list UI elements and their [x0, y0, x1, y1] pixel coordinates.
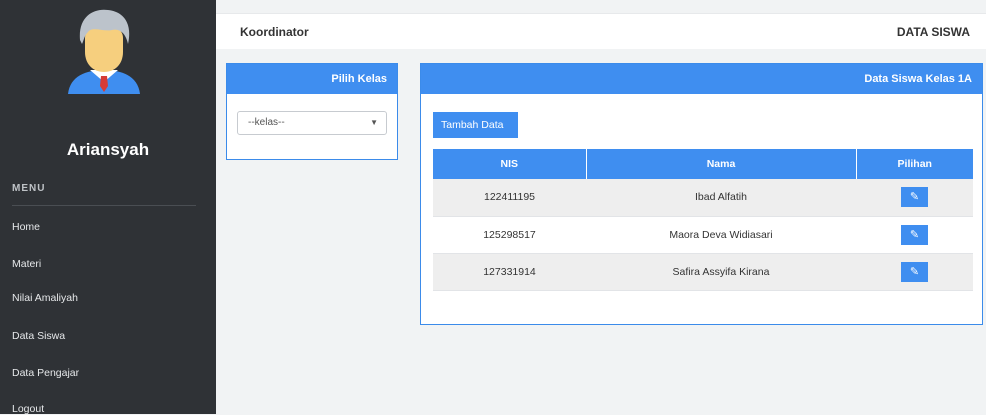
class-select-panel: Pilih Kelas --kelas-- ▼ — [226, 63, 398, 160]
column-header-nis: NIS — [433, 149, 587, 179]
sidebar-item-logout[interactable]: Logout — [12, 403, 44, 415]
table-row: 125298517 Maora Deva Widiasari ✎ — [433, 216, 973, 254]
top-bar: Koordinator DATA SISWA — [216, 13, 986, 49]
user-avatar-icon — [68, 9, 140, 94]
nama-cell: Maora Deva Widiasari — [586, 216, 856, 254]
edit-pencil-icon[interactable]: ✎ — [901, 187, 928, 208]
sidebar-item-nilai-amaliyah[interactable]: Nilai Amaliyah — [12, 292, 78, 304]
username: Ariansyah — [66, 140, 150, 159]
actions-cell: ✎ — [856, 216, 973, 254]
table-row: 122411195 Ibad Alfatih ✎ — [433, 179, 973, 217]
menu-heading: MENU — [12, 183, 46, 194]
add-data-button[interactable]: Tambah Data — [433, 112, 518, 138]
table-row: 127331914 Safira Assyifa Kirana ✎ — [433, 253, 973, 291]
sidebar-item-home[interactable]: Home — [12, 221, 40, 233]
edit-pencil-icon[interactable]: ✎ — [901, 261, 928, 282]
nis-cell: 127331914 — [433, 253, 586, 291]
sidebar-item-materi[interactable]: Materi — [12, 258, 41, 270]
column-header-nama: Nama — [586, 149, 857, 179]
menu-divider — [12, 205, 196, 206]
nis-cell: 122411195 — [433, 179, 586, 217]
nama-cell: Safira Assyifa Kirana — [586, 253, 856, 291]
student-data-panel: Data Siswa Kelas 1A Tambah Data NIS Nama… — [420, 63, 983, 325]
page-title: DATA SISWA — [896, 25, 970, 39]
class-select[interactable]: --kelas-- ▼ — [237, 111, 387, 135]
sidebar: Ariansyah MENU Home Materi Nilai Amaliya… — [0, 0, 216, 415]
nama-cell: Ibad Alfatih — [586, 179, 856, 217]
page-role-title: Koordinator — [240, 25, 309, 39]
class-select-value: --kelas-- — [248, 117, 285, 128]
chevron-down-icon: ▼ — [370, 118, 378, 127]
nis-cell: 125298517 — [433, 216, 586, 254]
student-table: NIS Nama Pilihan 122411195 Ibad Alfatih … — [433, 149, 973, 291]
sidebar-item-data-pengajar[interactable]: Data Pengajar — [12, 367, 79, 379]
column-header-pilihan: Pilihan — [856, 149, 973, 179]
actions-cell: ✎ — [856, 253, 973, 291]
student-panel-title: Data Siswa Kelas 1A — [421, 64, 982, 94]
edit-pencil-icon[interactable]: ✎ — [901, 224, 928, 245]
class-panel-title: Pilih Kelas — [227, 64, 397, 94]
actions-cell: ✎ — [856, 179, 973, 217]
sidebar-item-data-siswa[interactable]: Data Siswa — [12, 330, 65, 342]
